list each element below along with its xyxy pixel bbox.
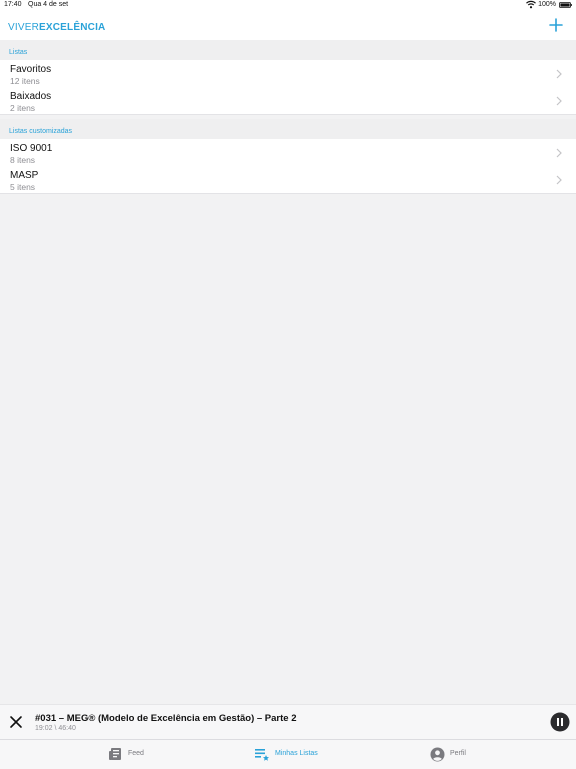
battery-percentage: 100% <box>538 1 556 8</box>
list-item-count: 12 itens <box>10 76 40 86</box>
tab-perfil[interactable]: Perfil <box>430 740 490 769</box>
list-item-count: 8 itens <box>10 155 36 165</box>
list-group-listas-customizadas: ISO 9001 8 itens MASP 5 itens <box>0 139 576 194</box>
mini-player[interactable]: #031 – MEG® (Modelo de Excelência em Ges… <box>0 704 576 739</box>
wifi-icon <box>526 0 536 9</box>
episode-title: #031 – MEG® (Modelo de Excelência em Ges… <box>35 713 297 724</box>
playlist-star-icon <box>255 749 269 761</box>
list-item-favoritos[interactable]: Favoritos 12 itens <box>0 60 576 87</box>
logo-text-excelencia: EXCELÊNCIA <box>39 22 106 33</box>
tab-label: Minhas Listas <box>275 750 318 757</box>
chevron-right-icon <box>556 175 562 185</box>
logo-text-viver: VIVER <box>8 22 40 33</box>
tab-label: Perfil <box>450 750 466 757</box>
close-icon[interactable] <box>9 715 23 729</box>
tab-bar: Feed Minhas Listas Perfil <box>0 739 576 769</box>
pause-icon[interactable] <box>550 712 570 732</box>
battery-icon <box>559 2 572 8</box>
list-item-label: Baixados <box>10 91 52 102</box>
list-item-masp[interactable]: MASP 5 itens <box>0 166 576 193</box>
list-item-iso-9001[interactable]: ISO 9001 8 itens <box>0 139 576 166</box>
status-time: 17:40 <box>4 1 22 8</box>
list-item-label: MASP <box>10 170 39 181</box>
tab-feed[interactable]: Feed <box>108 740 168 769</box>
chevron-right-icon <box>556 96 562 106</box>
episode-progress-time: 19:02 \ 46:40 <box>35 725 76 732</box>
section-title: Listas customizadas <box>9 128 73 135</box>
list-group-listas: Favoritos 12 itens Baixados 2 itens <box>0 60 576 115</box>
list-item-label: Favoritos <box>10 64 52 75</box>
list-item-label: ISO 9001 <box>10 143 53 154</box>
nav-bar: VIVEREXCELÊNCIA <box>0 12 576 40</box>
status-bar: 17:40 Qua 4 de set 100% <box>0 0 576 12</box>
chevron-right-icon <box>556 69 562 79</box>
list-item-count: 2 itens <box>10 103 36 113</box>
chevron-right-icon <box>556 148 562 158</box>
section-title: Listas <box>9 49 28 56</box>
tab-minhas-listas[interactable]: Minhas Listas <box>254 740 334 769</box>
section-header-listas-customizadas: Listas customizadas <box>0 119 576 139</box>
list-item-count: 5 itens <box>10 182 36 192</box>
section-header-listas: Listas <box>0 40 576 60</box>
feed-icon <box>109 748 121 760</box>
plus-icon[interactable] <box>548 17 564 33</box>
status-date: Qua 4 de set <box>28 1 69 8</box>
profile-icon <box>430 747 445 762</box>
app-logo: VIVEREXCELÊNCIA <box>8 22 105 33</box>
list-item-baixados[interactable]: Baixados 2 itens <box>0 87 576 114</box>
tab-label: Feed <box>128 750 144 757</box>
